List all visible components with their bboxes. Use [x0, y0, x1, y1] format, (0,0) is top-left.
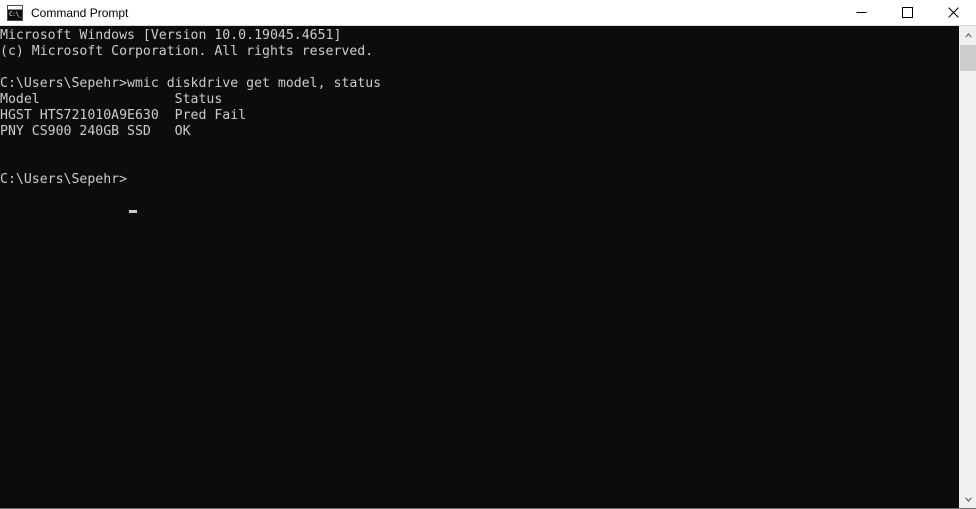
scroll-down-button[interactable] [960, 490, 976, 508]
scrollbar-track[interactable] [960, 44, 976, 490]
scroll-up-button[interactable] [960, 26, 976, 44]
maximize-button[interactable] [884, 0, 930, 26]
scrollbar-thumb[interactable] [960, 45, 976, 71]
text-cursor [129, 210, 137, 213]
window-title: Command Prompt [31, 5, 129, 20]
close-button[interactable] [930, 0, 976, 26]
window-controls [838, 0, 976, 26]
console-output-area[interactable]: Microsoft Windows [Version 10.0.19045.46… [0, 26, 959, 508]
command-prompt-icon: ··· C:\_ [7, 4, 23, 21]
title-bar[interactable]: ··· C:\_ Command Prompt [0, 0, 976, 26]
console-text: Microsoft Windows [Version 10.0.19045.46… [0, 28, 382, 187]
vertical-scrollbar[interactable] [959, 26, 976, 508]
command-prompt-window: ··· C:\_ Command Prompt Microsoft Window… [0, 0, 976, 509]
icon-prompt-glyph: C:\_ [8, 9, 22, 20]
minimize-button[interactable] [838, 0, 884, 26]
